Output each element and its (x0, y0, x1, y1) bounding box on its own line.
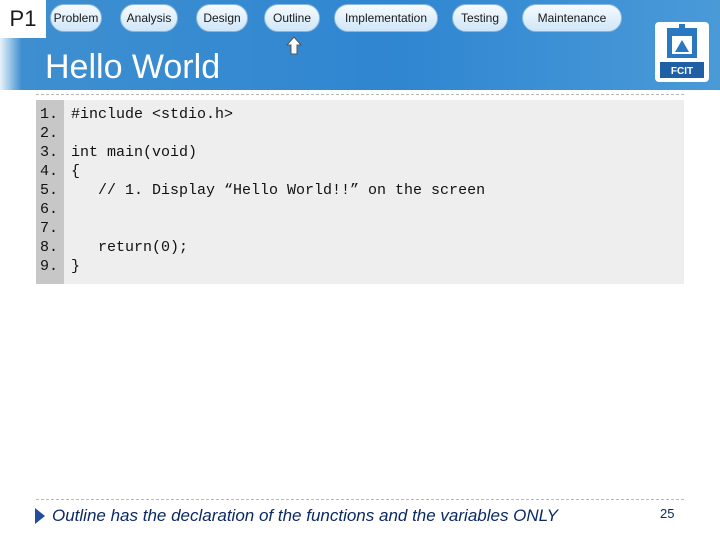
line-number: 7. (40, 220, 59, 237)
line-number: 6. (40, 201, 59, 218)
code-text: // 1. Display “Hello World!!” on the scr… (71, 182, 486, 199)
line-number: 9. (40, 258, 59, 275)
header-divider (36, 94, 684, 95)
line-number: 3. (40, 144, 59, 161)
code-line: 3. int main(void) (36, 144, 684, 163)
code-text: #include <stdio.h> (71, 106, 234, 123)
code-text: } (71, 258, 81, 275)
line-number: 4. (40, 163, 59, 180)
section-marker: P1 (0, 0, 46, 38)
line-number: 1. (40, 106, 59, 123)
code-text: return(0); (71, 239, 189, 256)
current-step-arrow-icon (286, 36, 302, 55)
university-logo: FCIT (655, 22, 709, 82)
line-number: 5. (40, 182, 59, 199)
svg-text:FCIT: FCIT (671, 66, 693, 77)
bullet-arrow-icon (35, 508, 45, 524)
nav-step-problem[interactable]: Problem (50, 4, 102, 32)
slide-number: 25 (660, 506, 675, 521)
nav-step-design[interactable]: Design (196, 4, 248, 32)
nav-step-outline[interactable]: Outline (264, 4, 320, 32)
nav-step-analysis[interactable]: Analysis (120, 4, 178, 32)
line-number: 8. (40, 239, 59, 256)
line-number: 2. (40, 125, 59, 142)
footer-divider (36, 499, 684, 500)
footer-note: Outline has the declaration of the funct… (52, 506, 558, 525)
code-line: 8. return(0); (36, 239, 684, 258)
nav-step-testing[interactable]: Testing (452, 4, 508, 32)
code-text: { (71, 163, 81, 180)
seal-icon: FCIT (660, 24, 704, 78)
nav-step-implementation[interactable]: Implementation (334, 4, 438, 32)
code-line: 9. } (36, 258, 684, 277)
code-text: int main(void) (71, 144, 198, 161)
code-line: 6. (36, 201, 684, 220)
nav-step-maintenance[interactable]: Maintenance (522, 4, 622, 32)
page-title: Hello World (45, 48, 221, 86)
code-line: 2. (36, 125, 684, 144)
code-line: 5. // 1. Display “Hello World!!” on the … (36, 182, 684, 201)
code-line: 1. #include <stdio.h> (36, 106, 684, 125)
code-line: 4. { (36, 163, 684, 182)
code-line: 7. (36, 220, 684, 239)
